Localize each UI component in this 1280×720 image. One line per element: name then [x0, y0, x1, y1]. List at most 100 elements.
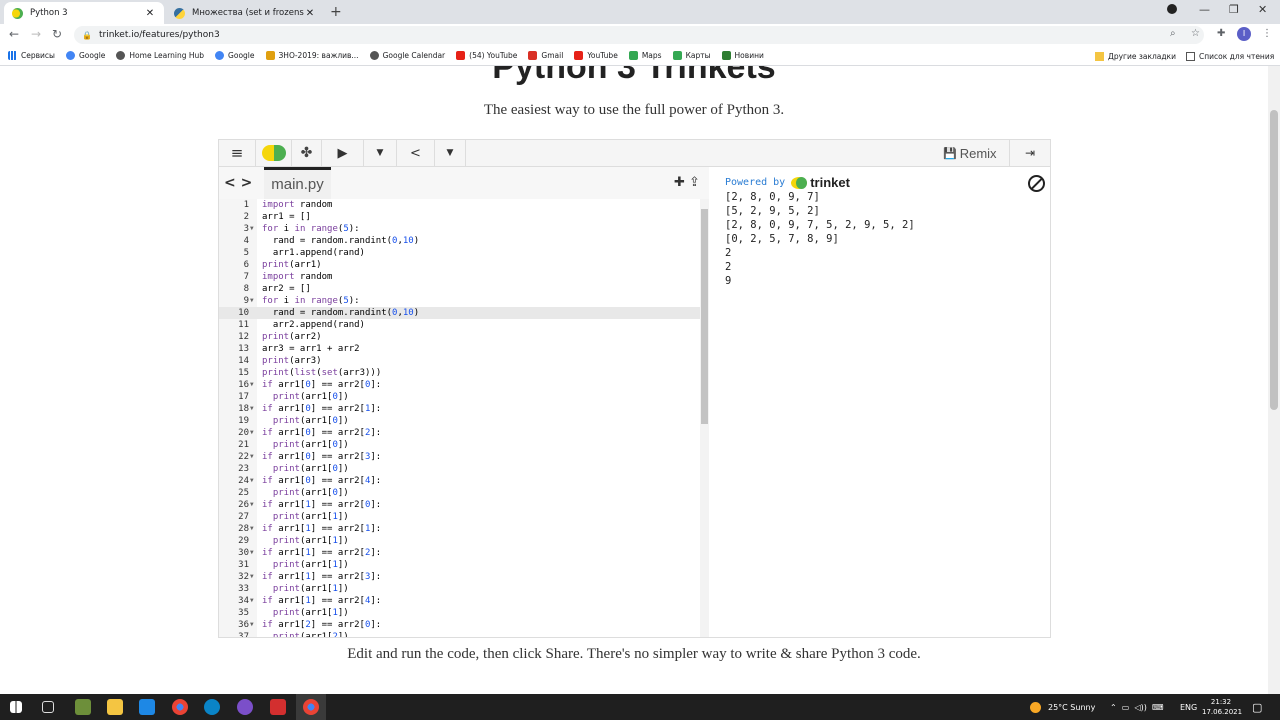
code-line[interactable]: 31 print(arr1[1]) [219, 559, 709, 571]
run-options-dropdown[interactable]: ▼ [364, 140, 397, 166]
bookmark-gmail[interactable]: Gmail [528, 51, 563, 60]
share-button[interactable]: < [397, 140, 435, 166]
app-icon[interactable] [75, 699, 91, 715]
acrobat-icon[interactable] [270, 699, 286, 715]
editor-scroll-thumb[interactable] [701, 209, 708, 424]
clear-output-icon[interactable] [1028, 175, 1045, 192]
tray-icons[interactable]: ⌃ ▭ ◁)) ⌨ [1110, 694, 1164, 720]
minimize-icon[interactable]: — [1199, 3, 1210, 16]
tab-python3[interactable]: Python 3 ✕ [4, 2, 164, 24]
forward-icon[interactable]: → [31, 27, 41, 41]
bookmark-youtube-54[interactable]: (54) YouTube [456, 51, 517, 60]
code-line[interactable]: 35 print(arr1[1]) [219, 607, 709, 619]
tab-sets-article[interactable]: Множества (set и frozenset) | Py ✕ [166, 2, 324, 24]
keyboard-icon[interactable]: ⌨ [1152, 703, 1164, 712]
bookmark-zno[interactable]: ЗНО-2019: важлив... [265, 51, 359, 60]
mail-icon[interactable] [139, 699, 155, 715]
fold-arrow-icon[interactable]: ▼ [250, 427, 254, 439]
bookmark-services[interactable]: Сервисы [8, 51, 55, 60]
language-indicator[interactable]: ENG [1180, 694, 1197, 720]
code-line[interactable]: 22 ▼ if arr1[0] == arr2[3]: [219, 451, 709, 463]
start-icon[interactable] [10, 701, 22, 713]
close-tab-icon[interactable]: ✕ [144, 8, 156, 19]
profile-avatar[interactable]: I [1237, 27, 1251, 41]
code-line[interactable]: 2 arr1 = [] [219, 211, 709, 223]
fold-arrow-icon[interactable]: ▼ [250, 619, 254, 631]
code-line[interactable]: 11 arr2.append(rand) [219, 319, 709, 331]
bookmark-other-folder[interactable]: Другие закладки [1095, 46, 1176, 66]
page-scrollbar[interactable] [1268, 66, 1280, 694]
fold-arrow-icon[interactable]: ▼ [250, 451, 254, 463]
code-line[interactable]: 16 ▼ if arr1[0] == arr2[0]: [219, 379, 709, 391]
fold-arrow-icon[interactable]: ▼ [250, 379, 254, 391]
url-field[interactable]: 🔒 trinket.io/features/python3 [74, 26, 1204, 44]
code-line[interactable]: 19 print(arr1[0]) [219, 415, 709, 427]
code-line[interactable]: 30 ▼ if arr1[1] == arr2[2]: [219, 547, 709, 559]
extensions-icon[interactable]: ✚ [1217, 28, 1225, 39]
code-line[interactable]: 37 print(arr1[2]) [219, 631, 709, 637]
fold-arrow-icon[interactable]: ▼ [250, 295, 254, 307]
bookmark-google-2[interactable]: Google [215, 51, 255, 60]
fold-arrow-icon[interactable]: ▼ [250, 499, 254, 511]
chevron-up-icon[interactable]: ⌃ [1110, 703, 1117, 712]
code-line[interactable]: 9 ▼ for i in range(5): [219, 295, 709, 307]
code-line[interactable]: 7 import random [219, 271, 709, 283]
fold-arrow-icon[interactable]: ▼ [250, 571, 254, 583]
fold-arrow-icon[interactable]: ▼ [250, 523, 254, 535]
code-line[interactable]: 13 arr3 = arr1 + arr2 [219, 343, 709, 355]
code-line[interactable]: 25 print(arr1[0]) [219, 487, 709, 499]
weather-widget[interactable]: 25°C Sunny [1030, 694, 1095, 720]
toggle-panels-icon[interactable]: < > [224, 175, 252, 191]
media-icon[interactable] [1167, 4, 1177, 17]
fold-arrow-icon[interactable]: ▼ [250, 547, 254, 559]
bookmark-karty[interactable]: Карты [672, 51, 711, 60]
python-logo-icon[interactable]: ✤ [292, 140, 322, 166]
fold-arrow-icon[interactable]: ▼ [250, 403, 254, 415]
code-line[interactable]: 20 ▼ if arr1[0] == arr2[2]: [219, 427, 709, 439]
fold-arrow-icon[interactable]: ▼ [250, 475, 254, 487]
code-line[interactable]: 12 print(arr2) [219, 331, 709, 343]
code-line[interactable]: 29 print(arr1[1]) [219, 535, 709, 547]
bookmark-maps[interactable]: Maps [628, 51, 662, 60]
upload-icon[interactable]: ⇪ [689, 175, 700, 190]
file-tab-main[interactable]: main.py [264, 167, 331, 199]
notifications-icon[interactable]: ▢ [1252, 694, 1262, 720]
code-line[interactable]: 1 import random [219, 199, 709, 211]
code-line[interactable]: 26 ▼ if arr1[1] == arr2[0]: [219, 499, 709, 511]
trinket-brand[interactable]: trinket [810, 175, 850, 190]
chrome-active-icon[interactable] [303, 699, 319, 715]
fold-arrow-icon[interactable]: ▼ [250, 595, 254, 607]
volume-icon[interactable]: ◁)) [1134, 703, 1146, 712]
code-line[interactable]: 28 ▼ if arr1[1] == arr2[1]: [219, 523, 709, 535]
menu-hamburger-icon[interactable]: ≡ [219, 140, 256, 166]
code-line[interactable]: 36 ▼ if arr1[2] == arr2[0]: [219, 619, 709, 631]
login-button[interactable]: ⇥ [1009, 140, 1050, 166]
restore-icon[interactable]: ❐ [1229, 3, 1239, 16]
code-line[interactable]: 27 print(arr1[1]) [219, 511, 709, 523]
clock[interactable]: 21:32 17.06.2021 [1202, 697, 1242, 717]
new-tab-button[interactable]: + [330, 4, 342, 20]
bookmark-google[interactable]: Google [65, 51, 105, 60]
task-view-icon[interactable] [42, 701, 54, 713]
share-options-dropdown[interactable]: ▼ [435, 140, 466, 166]
code-line[interactable]: 14 print(arr3) [219, 355, 709, 367]
menu-kebab-icon[interactable]: ⋮ [1262, 28, 1272, 39]
bookmark-youtube[interactable]: YouTube [574, 51, 618, 60]
code-line[interactable]: 24 ▼ if arr1[0] == arr2[4]: [219, 475, 709, 487]
close-window-icon[interactable]: ✕ [1258, 3, 1267, 16]
edge-icon[interactable] [204, 699, 220, 715]
run-button[interactable]: ▶ [322, 140, 364, 166]
code-line[interactable]: 15 print(list(set(arr3))) [219, 367, 709, 379]
bookmark-novyny[interactable]: Новини [721, 51, 764, 60]
code-line[interactable]: 33 print(arr1[1]) [219, 583, 709, 595]
code-line[interactable]: 17 print(arr1[0]) [219, 391, 709, 403]
code-line[interactable]: 6 print(arr1) [219, 259, 709, 271]
code-line[interactable]: 5 arr1.append(rand) [219, 247, 709, 259]
bookmark-star-icon[interactable]: ☆ [1191, 28, 1200, 39]
code-line[interactable]: 10 rand = random.randint(0,10) [219, 307, 709, 319]
code-line[interactable]: 21 print(arr1[0]) [219, 439, 709, 451]
editor-scrollbar[interactable] [700, 199, 709, 637]
reading-list-button[interactable]: Список для чтения [1186, 46, 1274, 66]
add-file-icon[interactable]: ✚ [674, 175, 685, 190]
reload-icon[interactable]: ↻ [52, 27, 62, 41]
